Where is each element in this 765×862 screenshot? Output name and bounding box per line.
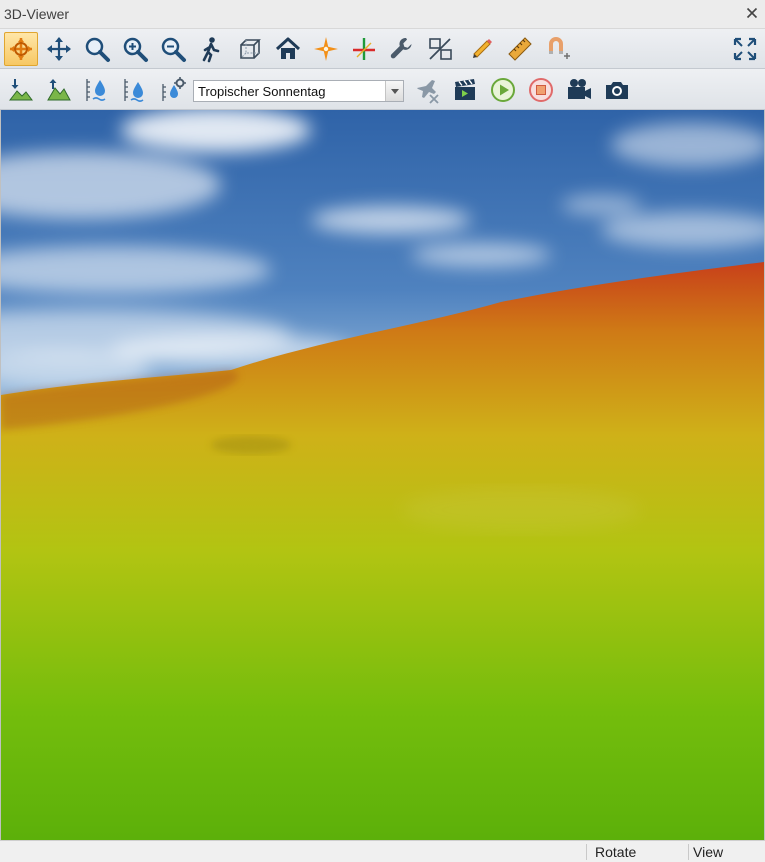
close-icon (746, 7, 758, 19)
close-button[interactable] (743, 4, 761, 22)
axis-cross-icon (353, 38, 375, 60)
navigate-icon (10, 38, 32, 60)
water-level-down-icon (86, 79, 106, 101)
sky-preset-select[interactable]: Tropischer Sonnentag (193, 80, 404, 102)
wrench-icon (390, 37, 412, 59)
center-point-icon (314, 37, 338, 61)
water-level-down-button[interactable] (80, 73, 114, 107)
terrain-scene (1, 110, 764, 840)
snap-magnet-icon (549, 37, 570, 59)
cube-view-button[interactable] (233, 32, 267, 66)
flight-disabled-button[interactable] (410, 73, 444, 107)
ratio-button[interactable] (423, 32, 457, 66)
dropdown-arrow-icon[interactable] (385, 81, 403, 101)
title-bar: 3D-Viewer (0, 0, 765, 29)
photo-camera-button[interactable] (600, 73, 634, 107)
terrain-up-button[interactable] (42, 73, 76, 107)
zoom-out-icon (161, 37, 186, 62)
status-view: View (693, 844, 724, 860)
center-point-button[interactable] (309, 32, 343, 66)
zoom-out-button[interactable] (156, 32, 190, 66)
3d-viewport[interactable] (0, 110, 765, 840)
walk-button[interactable] (194, 32, 228, 66)
water-settings-icon (162, 77, 186, 101)
sky-preset-value: Tropischer Sonnentag (198, 84, 326, 99)
clapperboard-button[interactable] (448, 73, 482, 107)
pencil-icon (473, 39, 492, 58)
pan-icon (47, 37, 71, 61)
video-camera-icon (568, 79, 591, 99)
primary-toolbar (0, 29, 765, 69)
clapperboard-icon (455, 79, 475, 100)
status-mode: Rotate (595, 844, 637, 860)
ruler-button[interactable] (503, 32, 537, 66)
home-icon (275, 37, 301, 59)
zoom-in-button[interactable] (118, 32, 152, 66)
secondary-toolbar: Tropischer Sonnentag (0, 69, 765, 110)
ratio-icon (429, 38, 452, 60)
water-settings-button[interactable] (156, 73, 190, 107)
status-bar: Rotate View (0, 840, 765, 862)
water-level-up-icon (124, 79, 144, 102)
terrain-down-button[interactable] (4, 73, 38, 107)
cube-view-icon (240, 39, 261, 59)
pan-button[interactable] (42, 32, 76, 66)
axis-cross-button[interactable] (347, 32, 381, 66)
zoom-in-icon (123, 37, 148, 62)
wrench-button[interactable] (385, 32, 419, 66)
water-level-up-button[interactable] (118, 73, 152, 107)
zoom-button[interactable] (80, 32, 114, 66)
stop-button[interactable] (524, 73, 558, 107)
play-icon (491, 78, 515, 102)
pencil-button[interactable] (465, 32, 499, 66)
fullscreen-icon (733, 37, 757, 61)
flight-disabled-icon (417, 80, 439, 104)
stop-icon (529, 78, 553, 102)
status-separator (586, 844, 587, 860)
terrain-up-icon (47, 79, 71, 101)
fullscreen-button[interactable] (728, 32, 762, 66)
window-title: 3D-Viewer (4, 6, 70, 22)
home-button[interactable] (271, 32, 305, 66)
ruler-icon (508, 37, 532, 61)
walk-icon (202, 37, 220, 63)
navigate-button[interactable] (4, 32, 38, 66)
video-camera-button[interactable] (562, 73, 596, 107)
snap-magnet-button[interactable] (541, 32, 575, 66)
status-separator (688, 844, 689, 860)
photo-camera-icon (606, 82, 628, 99)
terrain-down-icon (8, 79, 33, 101)
play-button[interactable] (486, 73, 520, 107)
zoom-icon (85, 37, 110, 62)
